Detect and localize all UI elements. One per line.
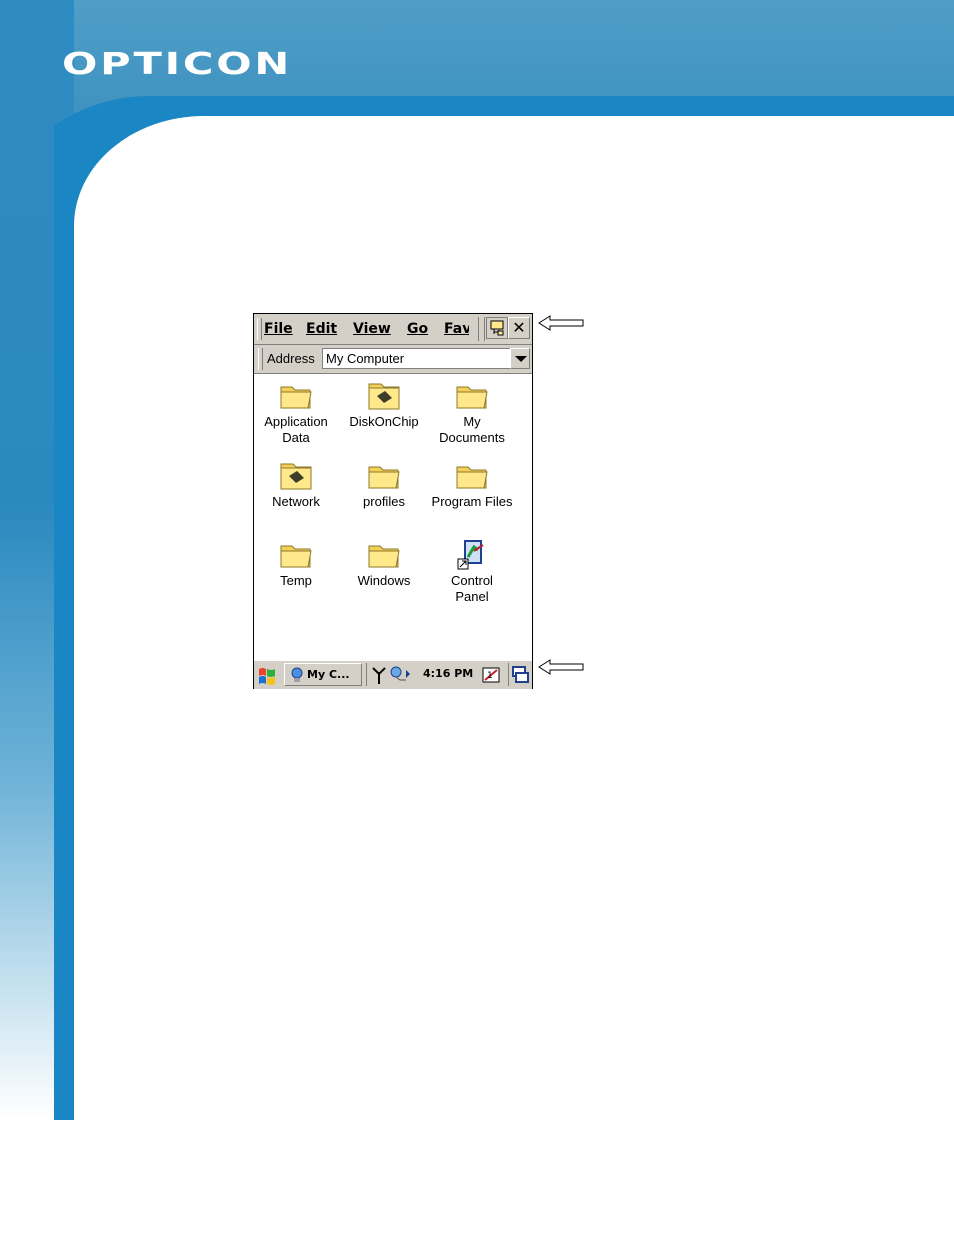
list-item[interactable]: Program Files [428, 458, 516, 510]
task-label: My C... [307, 668, 350, 681]
opticon-logo: OPTICON [62, 48, 292, 78]
close-icon[interactable]: ✕ [508, 317, 530, 339]
folders-toggle-icon[interactable] [486, 317, 508, 339]
folder-icon [456, 466, 488, 489]
item-label: Control Panel [451, 573, 493, 604]
list-item[interactable]: Temp [252, 537, 340, 589]
control-panel-shortcut-icon [457, 540, 484, 570]
storage-card-icon [368, 383, 400, 410]
toolbar-grip[interactable] [478, 317, 485, 341]
network-storage-icon [280, 463, 312, 490]
menu-edit[interactable]: Edit [306, 321, 337, 337]
system-tray: 4:16 PM [366, 663, 477, 686]
signal-antenna-icon[interactable] [371, 666, 387, 684]
menu-grip[interactable] [257, 318, 262, 340]
address-field[interactable]: My Computer [322, 348, 510, 369]
menu-file[interactable]: File [264, 321, 293, 337]
svg-text:OPTICON: OPTICON [62, 48, 292, 78]
item-label: DiskOnChip [349, 414, 419, 429]
network-connection-icon[interactable] [389, 666, 411, 682]
address-label: Address [267, 351, 315, 366]
list-item[interactable]: My Documents [428, 378, 516, 446]
item-label: My Documents [439, 414, 505, 445]
folder-icon [280, 545, 312, 568]
folder-icon [280, 386, 312, 409]
folder-icon [368, 545, 400, 568]
item-label: profiles [363, 494, 405, 509]
svg-text:1: 1 [487, 671, 493, 681]
file-list: Application Data DiskOnChip My Documents [254, 374, 532, 657]
taskbar-task-my-computer[interactable]: My C... [284, 663, 362, 686]
menu-bar: File Edit View Go Fav ✕ [254, 314, 532, 345]
item-label: Application Data [264, 414, 328, 445]
folder-icon [456, 386, 488, 409]
device-screenshot: File Edit View Go Fav ✕ Address My Compu… [253, 313, 533, 689]
menu-view[interactable]: View [353, 321, 391, 337]
list-item[interactable]: Network [252, 458, 340, 510]
folder-icon [368, 466, 400, 489]
list-item[interactable]: profiles [340, 458, 428, 510]
keyboard-input-icon[interactable]: 1 [480, 664, 502, 686]
list-item[interactable]: DiskOnChip [340, 378, 428, 430]
item-label: Windows [357, 573, 411, 588]
left-arrow-icon [538, 315, 584, 331]
item-label: Network [272, 494, 320, 509]
chevron-down-icon[interactable] [510, 348, 530, 369]
list-item[interactable]: Application Data [252, 378, 340, 446]
clock[interactable]: 4:16 PM [423, 667, 473, 680]
my-computer-icon [291, 667, 303, 682]
address-grip[interactable] [258, 348, 263, 370]
list-item[interactable]: Control Panel [428, 537, 516, 605]
menu-go[interactable]: Go [407, 321, 428, 337]
item-label: Temp [280, 573, 312, 588]
menu-favorites[interactable]: Fav [444, 321, 469, 337]
address-bar: Address My Computer [254, 345, 532, 374]
start-windows-flag-icon[interactable] [256, 664, 278, 686]
desktop-windows-icon[interactable] [508, 663, 531, 686]
left-arrow-icon [538, 659, 584, 675]
taskbar: My C... 4:16 PM 1 [254, 660, 532, 689]
list-item[interactable]: Windows [340, 537, 428, 589]
item-label: Program Files [431, 494, 513, 509]
